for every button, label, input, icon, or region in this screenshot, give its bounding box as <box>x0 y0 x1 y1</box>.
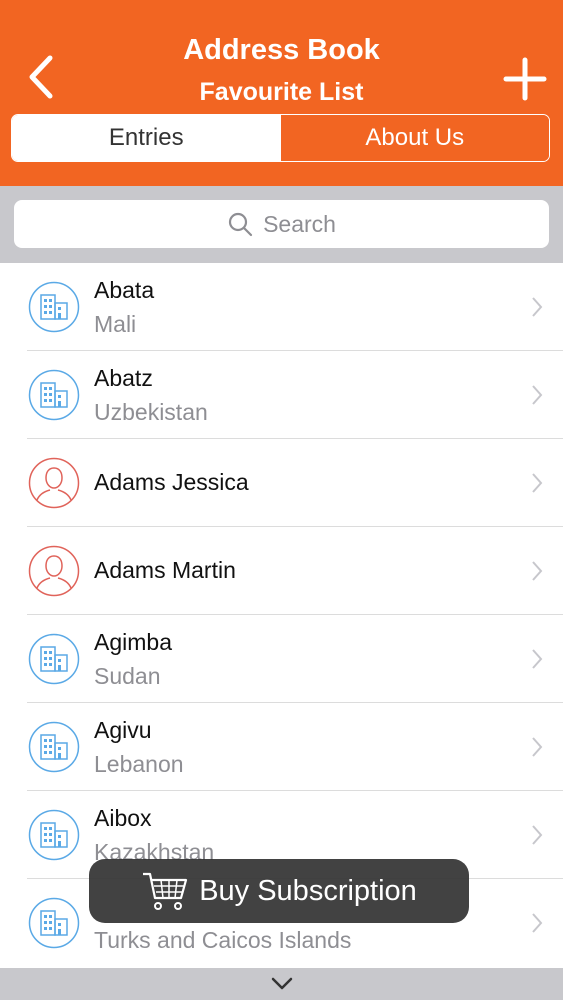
chevron-right-icon <box>532 737 543 757</box>
chevron-right-icon <box>532 561 543 581</box>
entry-country: Sudan <box>94 663 161 689</box>
search-placeholder: Search <box>263 210 336 237</box>
person-icon <box>28 457 80 509</box>
list-item[interactable]: Agivu Lebanon <box>0 703 563 791</box>
chevron-right-icon <box>532 913 543 933</box>
entry-country: Turks and Caicos Islands <box>94 927 352 953</box>
building-icon <box>28 897 80 949</box>
entry-country: Uzbekistan <box>94 399 208 425</box>
entry-name: Abatz <box>94 365 153 391</box>
entry-country: Lebanon <box>94 751 184 777</box>
building-icon <box>28 369 80 421</box>
entry-name: Aibox <box>94 805 152 831</box>
tab-about-us[interactable]: About Us <box>280 115 549 161</box>
segmented-control: Entries About Us <box>11 114 550 162</box>
building-icon <box>28 633 80 685</box>
add-entry-button[interactable] <box>500 54 550 104</box>
search-icon <box>228 212 253 237</box>
chevron-right-icon <box>532 385 543 405</box>
list-item[interactable]: Adams Martin <box>0 527 563 615</box>
entry-name: Adams Jessica <box>94 469 249 495</box>
list-item[interactable]: Adams Jessica <box>0 439 563 527</box>
page-subtitle: Favourite List <box>199 78 364 106</box>
person-icon <box>28 545 80 597</box>
list-item[interactable]: Abata Mali <box>0 263 563 351</box>
tab-entries[interactable]: Entries <box>12 115 281 161</box>
entry-name: Agimba <box>94 629 172 655</box>
search-bar-area: Search <box>0 186 563 263</box>
entry-name: Abata <box>94 277 155 303</box>
nav-header: Address Book Favourite List Entries Abou… <box>0 0 563 186</box>
chevron-right-icon <box>532 473 543 493</box>
building-icon <box>28 721 80 773</box>
buy-subscription-label: Buy Subscription <box>199 874 417 907</box>
list-item[interactable]: Agimba Sudan <box>0 615 563 703</box>
entry-name: Agivu <box>94 717 152 743</box>
chevron-down-icon[interactable] <box>270 976 294 992</box>
cart-icon <box>143 872 188 910</box>
chevron-right-icon <box>532 825 543 845</box>
entry-name: Adams Martin <box>94 557 236 583</box>
entry-country: Mali <box>94 311 137 337</box>
chevron-right-icon <box>532 297 543 317</box>
plus-icon <box>503 57 547 101</box>
building-icon <box>28 281 80 333</box>
list-item[interactable]: Abatz Uzbekistan <box>0 351 563 439</box>
chevron-right-icon <box>532 649 543 669</box>
search-input[interactable]: Search <box>14 200 549 248</box>
page-title: Address Book <box>183 34 380 66</box>
buy-subscription-button[interactable]: Buy Subscription <box>89 859 469 923</box>
bottom-toolbar <box>0 968 563 1000</box>
building-icon <box>28 809 80 861</box>
